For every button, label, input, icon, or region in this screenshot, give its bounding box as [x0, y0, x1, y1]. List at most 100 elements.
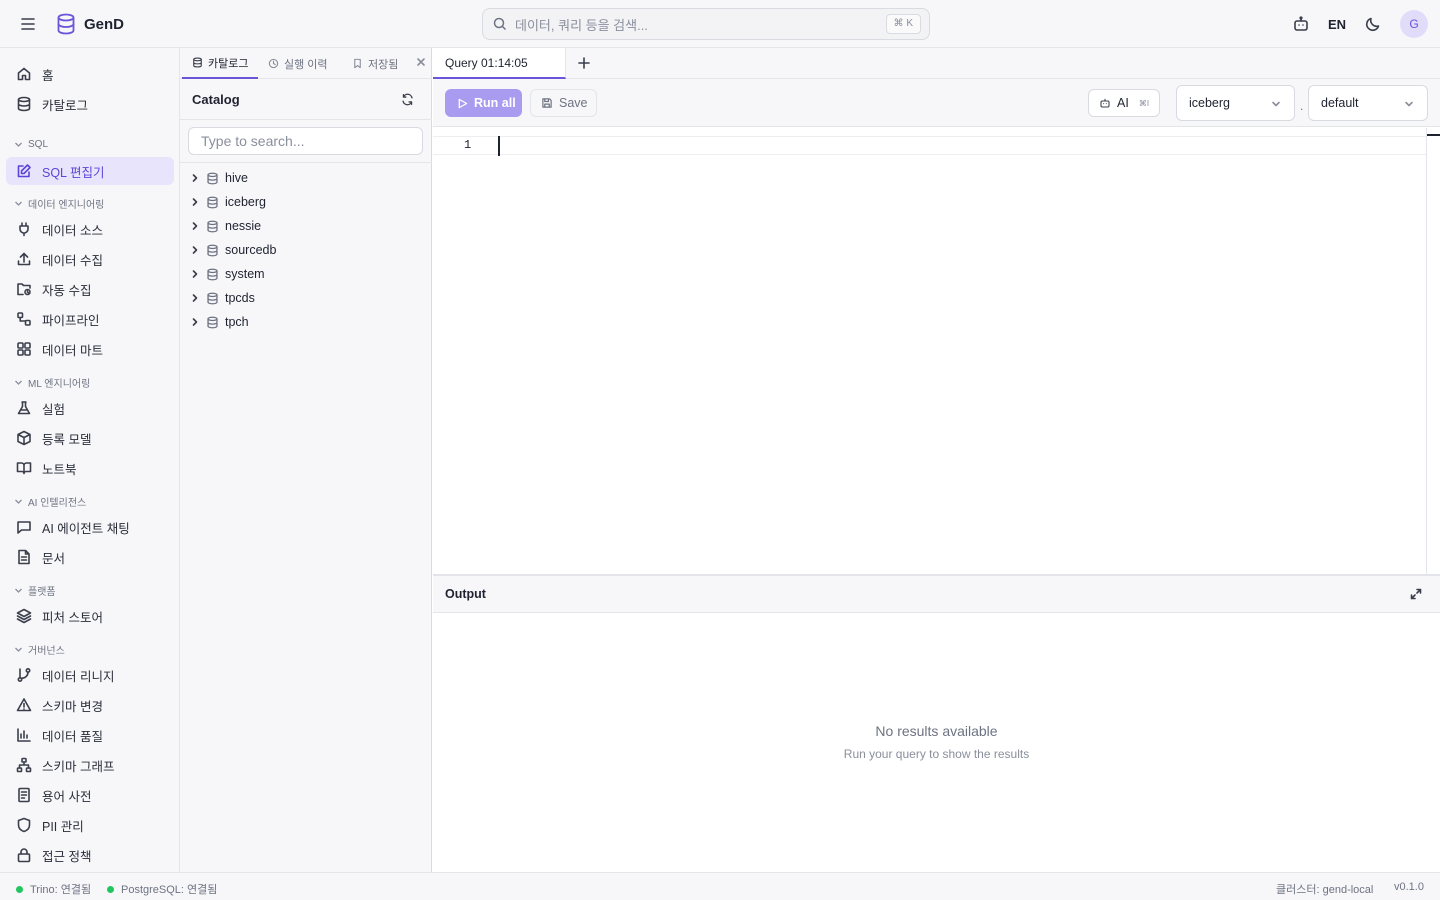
catalog-item-nessie[interactable]: nessie: [190, 216, 261, 236]
sidebar-item-pipeline[interactable]: 파이프라인: [6, 305, 174, 333]
status-dot: [16, 885, 23, 893]
refresh-icon[interactable]: [401, 93, 414, 106]
catalog-item-system[interactable]: system: [190, 264, 265, 284]
tab-saved[interactable]: 저장됨: [342, 48, 408, 79]
sidebar-item-documents[interactable]: 문서: [6, 543, 174, 571]
sidebar-item-label: 데이터 마트: [42, 343, 103, 358]
sidebar-item-schema-graph[interactable]: 스키마 그래프: [6, 751, 174, 779]
expand-icon[interactable]: [1410, 588, 1422, 600]
sidebar-section-data-engineering[interactable]: 데이터 엔지니어링: [14, 196, 104, 211]
sidebar-item-data-mart[interactable]: 데이터 마트: [6, 335, 174, 363]
catalog-item-tpcds[interactable]: tpcds: [190, 288, 255, 308]
sidebar-item-data-lineage[interactable]: 데이터 리니지: [6, 661, 174, 689]
schema-select-value: default: [1321, 96, 1359, 110]
sidebar-item-home[interactable]: 홈: [6, 60, 174, 88]
catalog-item-iceberg[interactable]: iceberg: [190, 192, 266, 212]
chevron-right-icon: [192, 174, 198, 182]
ai-label: AI: [1117, 96, 1129, 110]
menu-icon[interactable]: [18, 15, 38, 33]
trino-status: Trino: 연결됨: [16, 881, 91, 897]
lock-icon: [17, 848, 31, 863]
sidebar-item-schema-change[interactable]: 스키마 변경: [6, 691, 174, 719]
query-tabs: Query 01:14:05: [433, 48, 1440, 79]
postgres-status-label: PostgreSQL: 연결됨: [121, 884, 218, 896]
sidebar-section-ai[interactable]: AI 인텔리전스: [14, 494, 87, 509]
sidebar-item-label: 데이터 수집: [42, 253, 103, 268]
chevron-right-icon: [192, 294, 198, 302]
sidebar-section-platform[interactable]: 플랫폼: [14, 583, 56, 598]
sidebar-item-label: 등록 모델: [42, 432, 92, 447]
section-label: AI 인텔리전스: [28, 497, 87, 509]
sidebar-item-label: 데이터 리니지: [42, 669, 115, 684]
tab-query[interactable]: Query 01:14:05: [433, 48, 566, 79]
chevron-down-icon: [15, 588, 22, 593]
database-icon: [207, 316, 218, 328]
sidebar-section-ml-engineering[interactable]: ML 엔지니어링: [14, 375, 90, 390]
run-all-button[interactable]: Run all: [445, 89, 522, 117]
edit-icon: [17, 164, 31, 178]
output-title: Output: [445, 587, 486, 601]
tab-run-history[interactable]: 실행 이력: [258, 48, 338, 79]
language-toggle[interactable]: EN: [1328, 17, 1346, 32]
sidebar-item-label: 데이터 소스: [42, 223, 103, 238]
catalog-item-tpch[interactable]: tpch: [190, 312, 249, 332]
chevron-right-icon: [192, 318, 198, 326]
sidebar-item-label: 실험: [42, 402, 66, 417]
database-icon: [207, 220, 218, 232]
bar-chart-icon: [17, 728, 31, 742]
sidebar-item-label: 용어 사전: [42, 789, 92, 804]
sidebar-item-label: 스키마 그래프: [42, 759, 115, 774]
status-bar: Trino: 연결됨 PostgreSQL: 연결됨 클러스터: gend-lo…: [0, 872, 1440, 900]
sidebar-item-auto-ingest[interactable]: 자동 수집: [6, 275, 174, 303]
sql-editor[interactable]: 1: [433, 128, 1440, 574]
search-shortcut-badge: ⌘ K: [885, 14, 921, 34]
catalog-search-input[interactable]: [188, 127, 423, 155]
catalog-select[interactable]: iceberg: [1176, 85, 1295, 121]
sidebar-section-sql[interactable]: SQL: [14, 137, 48, 151]
sidebar-item-data-source[interactable]: 데이터 소스: [6, 215, 174, 243]
chevron-right-icon: [192, 246, 198, 254]
sidebar-item-data-ingest[interactable]: 데이터 수집: [6, 245, 174, 273]
sidebar-item-data-quality[interactable]: 데이터 품질: [6, 721, 174, 749]
dark-mode-icon[interactable]: [1364, 15, 1382, 33]
folder-sync-icon: [17, 283, 31, 296]
avatar[interactable]: G: [1400, 10, 1428, 38]
sidebar-item-registered-model[interactable]: 등록 모델: [6, 424, 174, 452]
catalog-item-hive[interactable]: hive: [190, 168, 248, 188]
sidebar-item-experiment[interactable]: 실험: [6, 394, 174, 422]
editor-scrollbar[interactable]: [1426, 128, 1427, 574]
catalog-item-label: sourcedb: [225, 243, 277, 257]
sidebar-item-feature-store[interactable]: 피처 스토어: [6, 602, 174, 630]
tab-label: 실행 이력: [284, 58, 328, 71]
sidebar-item-pii[interactable]: PII 관리: [6, 811, 174, 839]
tab-catalog[interactable]: 카탈로그: [182, 48, 259, 79]
add-tab-icon[interactable]: [576, 55, 592, 71]
schema-separator: .: [1300, 99, 1304, 113]
git-branch-icon: [17, 667, 31, 683]
ai-bot-icon[interactable]: [1292, 15, 1310, 33]
run-all-label: Run all: [474, 96, 516, 110]
schema-select[interactable]: default: [1308, 85, 1428, 121]
sidebar-item-ai-agent-chat[interactable]: AI 에이전트 채팅: [6, 513, 174, 541]
catalog-item-sourcedb[interactable]: sourcedb: [190, 240, 276, 260]
workflow-icon: [17, 312, 31, 326]
save-button[interactable]: Save: [530, 89, 597, 117]
chevron-down-icon: [15, 380, 22, 385]
close-icon[interactable]: [416, 57, 426, 67]
global-search[interactable]: 데이터, 쿼리 등을 검색... ⌘ K: [482, 8, 930, 40]
ai-button[interactable]: AI ⌘I: [1088, 89, 1160, 117]
sidebar-item-catalog[interactable]: 카탈로그: [6, 90, 174, 118]
catalog-title: Catalog: [192, 92, 240, 107]
sidebar-item-access-policy[interactable]: 접근 정책: [6, 841, 174, 869]
chevron-right-icon: [192, 222, 198, 230]
sidebar-item-glossary[interactable]: 용어 사전: [6, 781, 174, 809]
database-icon: [207, 268, 218, 280]
sidebar-section-governance[interactable]: 거버넌스: [14, 642, 65, 657]
database-logo-icon: [57, 13, 75, 35]
sidebar-item-notebook[interactable]: 노트북: [6, 454, 174, 482]
postgres-status: PostgreSQL: 연결됨: [107, 881, 217, 897]
app-logo[interactable]: GenD: [56, 13, 124, 35]
sidebar-item-sql-editor[interactable]: SQL 편집기: [6, 157, 174, 185]
sidebar-item-label: 홈: [42, 68, 54, 83]
sidebar: 홈 카탈로그 SQL SQL 편집기 데이터 엔지니어링 데이터 소스 데이터 …: [0, 48, 180, 872]
